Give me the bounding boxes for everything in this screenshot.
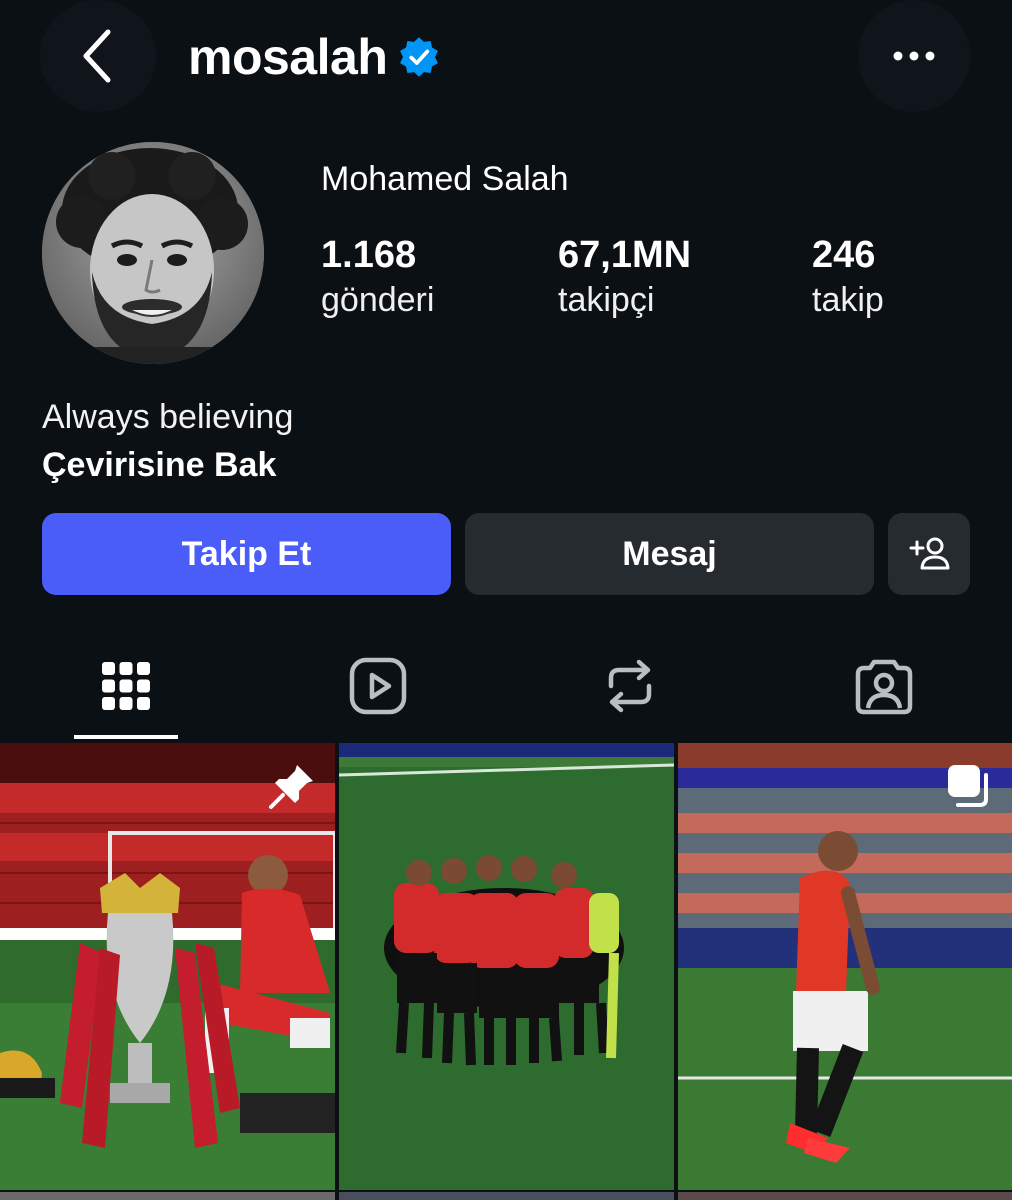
post-thumbnail-partial[interactable]: [0, 1192, 335, 1200]
post-thumbnail[interactable]: [678, 743, 1012, 1190]
posts-count: 1.168: [321, 234, 417, 276]
follow-button[interactable]: Takip Et: [42, 513, 451, 595]
username-row: mosalah: [188, 28, 441, 86]
followers-label: takipçi: [558, 281, 655, 319]
tab-tagged[interactable]: [846, 648, 922, 724]
post-thumbnail-partial[interactable]: [678, 1192, 1012, 1200]
posts-label: gönderi: [321, 281, 435, 319]
carousel-icon: [948, 765, 988, 807]
post-image: [339, 743, 674, 1190]
stat-following[interactable]: 246 takip: [812, 234, 884, 320]
tab-reels[interactable]: [340, 648, 416, 724]
avatar[interactable]: [42, 142, 264, 364]
stat-posts[interactable]: 1.168 gönderi: [321, 234, 434, 320]
avatar-photo: [42, 142, 264, 364]
more-options-button[interactable]: [858, 0, 970, 112]
followers-count: 67,1MN: [558, 234, 692, 276]
person-add-icon: [909, 537, 950, 570]
post-thumbnail[interactable]: [339, 743, 674, 1190]
post-thumbnail-partial[interactable]: [339, 1192, 674, 1200]
reels-icon: [349, 657, 407, 715]
back-button[interactable]: [40, 0, 156, 112]
post-thumbnail[interactable]: [0, 743, 335, 1190]
active-tab-indicator: [74, 735, 178, 739]
tab-posts[interactable]: [88, 648, 164, 724]
full-name: Mohamed Salah: [321, 160, 569, 198]
grid-icon: [102, 662, 150, 710]
chevron-left-icon: [83, 29, 111, 83]
following-count: 246: [812, 234, 876, 276]
verified-badge-icon: [400, 37, 439, 77]
bio-text: Always believing: [42, 398, 294, 436]
username: mosalah: [188, 29, 388, 85]
following-label: takip: [812, 281, 884, 319]
tagged-person-icon: [855, 659, 913, 715]
stat-followers[interactable]: 67,1MN takipçi: [558, 234, 691, 320]
suggest-people-button[interactable]: [888, 513, 970, 595]
pin-icon: [269, 765, 313, 809]
message-button[interactable]: Mesaj: [465, 513, 874, 595]
more-horizontal-icon: [893, 51, 935, 61]
repost-icon: [608, 659, 652, 713]
tab-reposts[interactable]: [592, 648, 668, 724]
see-translation-link[interactable]: Çevirisine Bak: [42, 446, 276, 485]
